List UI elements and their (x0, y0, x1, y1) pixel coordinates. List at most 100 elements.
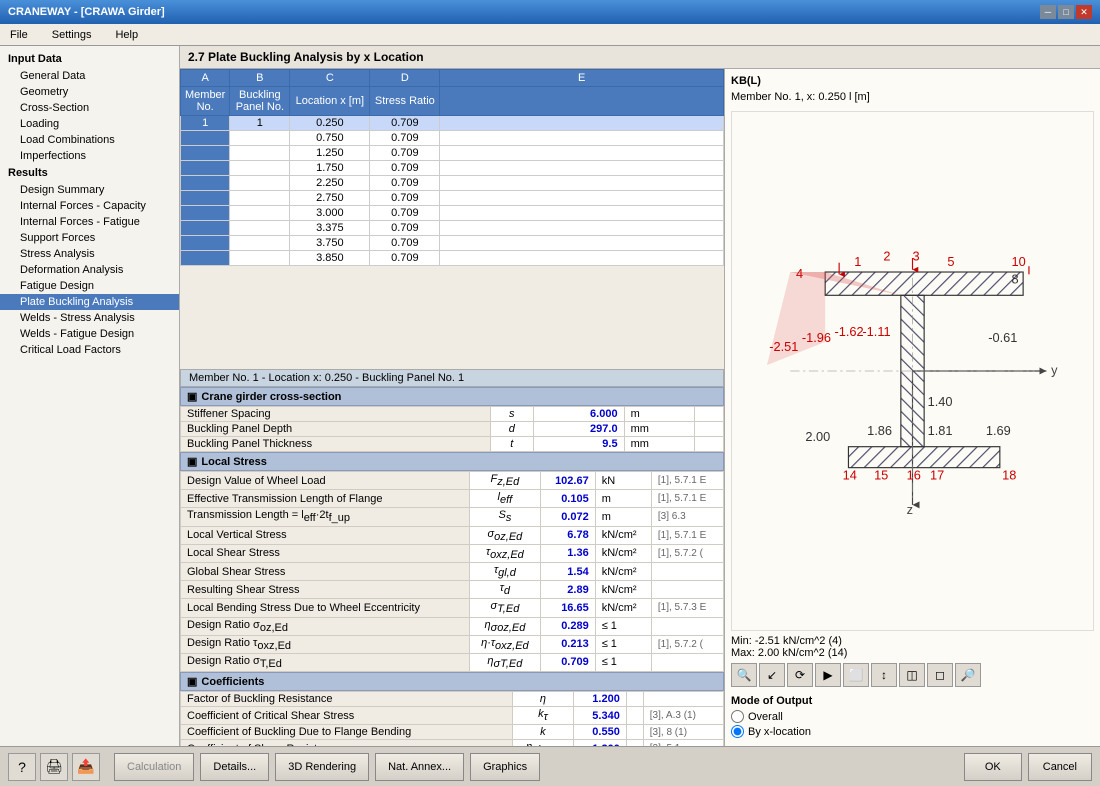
window-title: CRANEWAY - [CRAWA Girder] (8, 6, 165, 18)
row-unit (626, 707, 643, 725)
maximize-button[interactable]: □ (1058, 5, 1074, 19)
main-table: A B C D E Member No. Buckling Panel No. … (180, 69, 724, 266)
table-row[interactable]: 2.750 0.709 (181, 191, 724, 206)
sidebar-item-critical-load[interactable]: Critical Load Factors (0, 342, 179, 358)
sidebar-item-welds-stress[interactable]: Welds - Stress Analysis (0, 310, 179, 326)
sidebar-item-internal-forces-capacity[interactable]: Internal Forces - Capacity (0, 198, 179, 214)
sidebar-item-design-summary[interactable]: Design Summary (0, 182, 179, 198)
row-label: Buckling Panel Thickness (181, 437, 491, 452)
row-ref: [1], 5.7.1 E (651, 526, 723, 544)
rendering-button[interactable]: 3D Rendering (275, 753, 369, 781)
row-symbol: kτ (512, 707, 573, 725)
row-value: 0.105 (540, 490, 595, 508)
mode-by-x[interactable]: By x-location (731, 725, 1094, 738)
fit-icon[interactable]: ↙ (759, 663, 785, 687)
detail-row: Buckling Panel Thickness t 9.5 mm (181, 437, 724, 452)
sidebar-item-plate-buckling[interactable]: Plate Buckling Analysis (0, 294, 179, 310)
menu-file[interactable]: File (4, 27, 34, 43)
coefficients-header[interactable]: ▣ Coefficients (180, 672, 724, 691)
row-unit: mm (624, 422, 694, 437)
minimize-button[interactable]: ─ (1040, 5, 1056, 19)
svg-text:4: 4 (796, 266, 803, 281)
collapse-icon: ▣ (187, 390, 197, 403)
row-unit: m (595, 508, 651, 526)
split-icon[interactable]: ◫ (899, 663, 925, 687)
sidebar-item-general-data[interactable]: General Data (0, 68, 179, 84)
graphics-button[interactable]: Graphics (470, 753, 540, 781)
table-row[interactable]: 3.750 0.709 (181, 236, 724, 251)
table-row[interactable]: 3.375 0.709 (181, 221, 724, 236)
sidebar-item-stress-analysis[interactable]: Stress Analysis (0, 246, 179, 262)
details-button[interactable]: Details... (200, 753, 269, 781)
row-symbol: τoxz,Ed (469, 544, 540, 562)
sidebar-item-geometry[interactable]: Geometry (0, 84, 179, 100)
col-header-e: E (440, 70, 724, 87)
sidebar-item-imperfections[interactable]: Imperfections (0, 148, 179, 164)
table-row[interactable]: 2.250 0.709 (181, 176, 724, 191)
height-icon[interactable]: ↕ (871, 663, 897, 687)
select-icon[interactable]: ⬜ (843, 663, 869, 687)
table-row[interactable]: 1 1 0.250 0.709 (181, 116, 724, 131)
row-value: 0.072 (540, 508, 595, 526)
subheader-member: Member No. (181, 87, 230, 116)
detail-row: Coefficient of Buckling Due to Flange Be… (181, 725, 724, 740)
calculation-button[interactable]: Calculation (114, 753, 194, 781)
export-icon-btn[interactable]: 📤 (72, 753, 100, 781)
sidebar-item-internal-forces-fatigue[interactable]: Internal Forces - Fatigue (0, 214, 179, 230)
sidebar-item-load-combinations[interactable]: Load Combinations (0, 132, 179, 148)
nat-annex-button[interactable]: Nat. Annex... (375, 753, 464, 781)
subheader-panel: Buckling Panel No. (230, 87, 290, 116)
row-unit: m (624, 407, 694, 422)
sidebar-item-fatigue-design[interactable]: Fatigue Design (0, 278, 179, 294)
cell-ratio: 0.709 (370, 191, 440, 206)
menu-help[interactable]: Help (109, 27, 144, 43)
close-button[interactable]: ✕ (1076, 5, 1092, 19)
table-row[interactable]: 0.750 0.709 (181, 131, 724, 146)
subheader-ratio: Stress Ratio (370, 87, 440, 116)
help-icon-btn[interactable]: ? (8, 753, 36, 781)
table-row[interactable]: 3.000 0.709 (181, 206, 724, 221)
cell-location: 3.375 (290, 221, 370, 236)
menu-bar: File Settings Help (0, 24, 1100, 46)
table-row[interactable]: 1.250 0.709 (181, 146, 724, 161)
diagram-area: 1 2 3 10 4 5 8 y z (731, 111, 1094, 631)
play-icon[interactable]: ▶ (815, 663, 841, 687)
row-label: Transmission Length = leff·2tf_up (181, 508, 470, 526)
sidebar-item-loading[interactable]: Loading (0, 116, 179, 132)
svg-text:-1.96: -1.96 (802, 330, 831, 345)
row-label: Factor of Buckling Resistance (181, 692, 513, 707)
cell-member (181, 146, 230, 161)
row-ref (651, 562, 723, 580)
row-value: 102.67 (540, 472, 595, 490)
row-symbol: η (512, 692, 573, 707)
bottom-left-icons: ? 🖨 📤 (8, 753, 100, 781)
frame-icon[interactable]: ◻ (927, 663, 953, 687)
sidebar-item-welds-fatigue[interactable]: Welds - Fatigue Design (0, 326, 179, 342)
detail-row: Local Vertical Stress σoz,Ed 6.78 kN/cm²… (181, 526, 724, 544)
table-row[interactable]: 1.750 0.709 (181, 161, 724, 176)
subheader-e (440, 87, 724, 116)
menu-settings[interactable]: Settings (46, 27, 98, 43)
mode-overall[interactable]: Overall (731, 710, 1094, 723)
print-icon-btn[interactable]: 🖨 (40, 753, 68, 781)
sidebar-item-support-forces[interactable]: Support Forces (0, 230, 179, 246)
min-max-info: Min: -2.51 kN/cm^2 (4) Max: 2.00 kN/cm^2… (731, 635, 1094, 659)
zoom-in-icon[interactable]: 🔎 (955, 663, 981, 687)
row-symbol: t (490, 437, 533, 452)
table-row[interactable]: 3.850 0.709 (181, 251, 724, 266)
row-ref: [1], 5.7.3 E (651, 599, 723, 617)
cross-section-header[interactable]: ▣ Crane girder cross-section (180, 387, 724, 406)
row-symbol: s (490, 407, 533, 422)
sidebar-item-deformation-analysis[interactable]: Deformation Analysis (0, 262, 179, 278)
row-label: Design Ratio τoxz,Ed (181, 635, 470, 653)
sidebar-item-cross-section[interactable]: Cross-Section (0, 100, 179, 116)
svg-text:10: 10 (1011, 254, 1025, 269)
reset-icon[interactable]: ⟳ (787, 663, 813, 687)
mode-overall-radio[interactable] (731, 710, 744, 723)
local-stress-header[interactable]: ▣ Local Stress (180, 452, 724, 471)
mode-byx-radio[interactable] (731, 725, 744, 738)
ok-button[interactable]: OK (964, 753, 1022, 781)
cell-e (440, 251, 724, 266)
zoom-icon[interactable]: 🔍 (731, 663, 757, 687)
cancel-button[interactable]: Cancel (1028, 753, 1092, 781)
